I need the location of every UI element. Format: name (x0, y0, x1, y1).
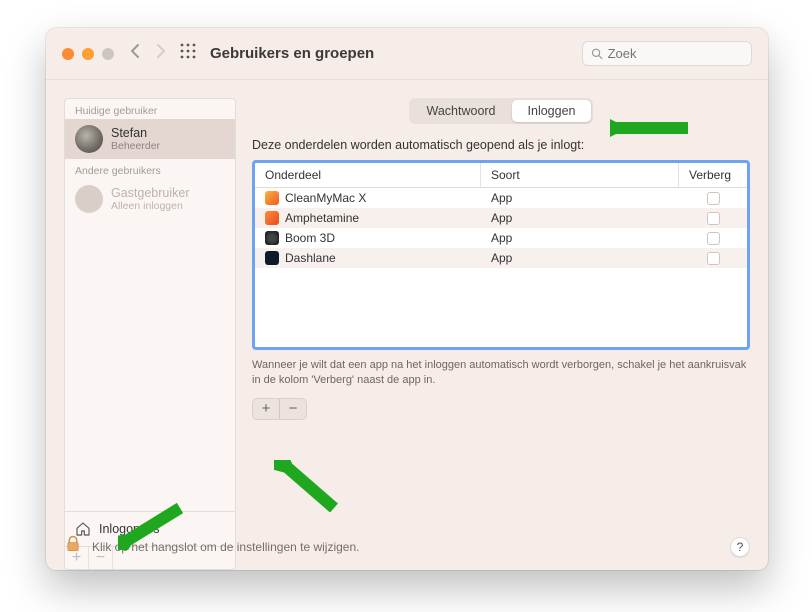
table-body: CleanMyMac XAppAmphetamineAppBoom 3DAppD… (255, 188, 747, 347)
hide-checkbox[interactable] (707, 252, 720, 265)
search-field[interactable] (582, 41, 752, 66)
hide-checkbox[interactable] (707, 192, 720, 205)
window-body: Huidige gebruiker Stefan Beheerder Ander… (46, 80, 768, 570)
app-icon (265, 251, 279, 265)
preferences-window: Gebruikers en groepen Huidige gebruiker … (46, 28, 768, 570)
users-sidebar: Huidige gebruiker Stefan Beheerder Ander… (64, 98, 236, 570)
forward-button[interactable] (155, 43, 166, 64)
table-row[interactable]: Boom 3D App (255, 228, 747, 248)
col-hide[interactable]: Verberg (679, 163, 747, 187)
user-name: Stefan (111, 126, 160, 140)
tab-password[interactable]: Wachtwoord (411, 100, 512, 122)
search-icon (591, 47, 603, 60)
login-items-table[interactable]: Onderdeel Soort Verberg CleanMyMac XAppA… (252, 160, 750, 350)
item-kind: App (481, 191, 679, 205)
tabs-segmented: Wachtwoord Inloggen (252, 98, 750, 124)
show-all-icon[interactable] (180, 43, 196, 64)
table-header: Onderdeel Soort Verberg (255, 163, 747, 188)
titlebar: Gebruikers en groepen (46, 28, 768, 80)
close-window-button[interactable] (62, 48, 74, 60)
traffic-lights (62, 48, 114, 60)
avatar (75, 185, 103, 213)
add-remove-control: + − (252, 398, 307, 420)
lock-bar: Klik op het hangslot om de instellingen … (64, 535, 750, 558)
lock-icon[interactable] (64, 535, 82, 558)
login-items-description: Deze onderdelen worden automatisch geope… (252, 138, 750, 152)
table-row[interactable]: CleanMyMac X App (255, 188, 747, 208)
current-user-label: Huidige gebruiker (65, 99, 235, 119)
user-name: Gastgebruiker (111, 186, 190, 200)
item-kind: App (481, 231, 679, 245)
col-item[interactable]: Onderdeel (255, 163, 481, 187)
item-kind: App (481, 251, 679, 265)
other-users-label: Andere gebruikers (65, 159, 235, 179)
minimize-window-button[interactable] (82, 48, 94, 60)
add-item-button[interactable]: + (253, 399, 279, 419)
col-kind[interactable]: Soort (481, 163, 679, 187)
back-button[interactable] (130, 43, 141, 64)
hide-checkbox[interactable] (707, 212, 720, 225)
login-options-label: Inlogopties (99, 522, 159, 536)
table-row[interactable]: Amphetamine App (255, 208, 747, 228)
tab-login[interactable]: Inloggen (512, 100, 592, 122)
avatar (75, 125, 103, 153)
nav-arrows (130, 43, 166, 64)
item-name: Boom 3D (285, 231, 335, 245)
hide-checkbox[interactable] (707, 232, 720, 245)
item-kind: App (481, 211, 679, 225)
remove-item-button[interactable]: − (280, 399, 306, 419)
app-icon (265, 231, 279, 245)
app-icon (265, 191, 279, 205)
search-input[interactable] (608, 46, 743, 61)
lock-text: Klik op het hangslot om de instellingen … (92, 540, 360, 554)
table-row[interactable]: Dashlane App (255, 248, 747, 268)
help-button[interactable]: ? (730, 537, 750, 557)
zoom-window-button[interactable] (102, 48, 114, 60)
sidebar-user-guest[interactable]: Gastgebruiker Alleen inloggen (65, 179, 235, 219)
user-role: Alleen inloggen (111, 200, 190, 212)
user-role: Beheerder (111, 140, 160, 152)
main-pane: Wachtwoord Inloggen Deze onderdelen word… (252, 98, 750, 570)
item-name: Dashlane (285, 251, 336, 265)
item-name: CleanMyMac X (285, 191, 366, 205)
sidebar-user-current[interactable]: Stefan Beheerder (65, 119, 235, 159)
hide-hint-text: Wanneer je wilt dat een app na het inlog… (252, 358, 750, 388)
item-name: Amphetamine (285, 211, 359, 225)
app-icon (265, 211, 279, 225)
window-title: Gebruikers en groepen (210, 45, 374, 62)
